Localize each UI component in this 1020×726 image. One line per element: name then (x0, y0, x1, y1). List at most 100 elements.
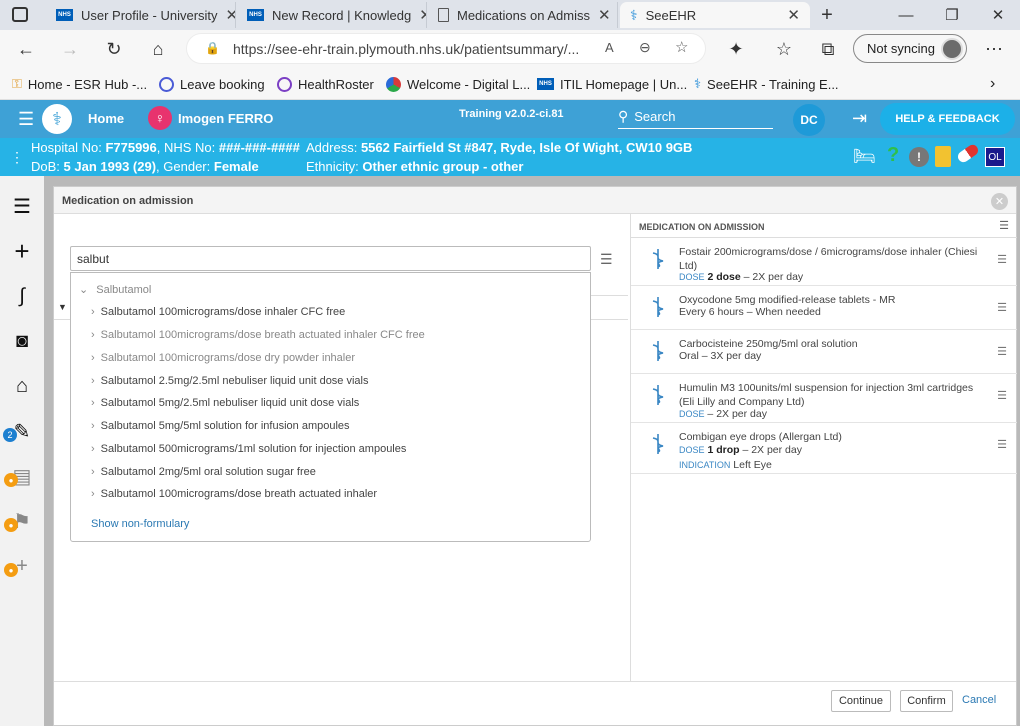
close-tab-icon[interactable]: ✕ (787, 6, 800, 24)
back-icon[interactable]: ← (12, 36, 40, 62)
medication-item[interactable]: Fostair 200micrograms/dose / 6micrograms… (631, 239, 1017, 286)
medication-name: Carbocisteine 250mg/5ml oral solution (679, 338, 858, 350)
item-menu-icon[interactable]: ☰ (997, 389, 1007, 402)
show-non-formulary-link[interactable]: Show non-formulary (91, 518, 189, 530)
collapse-caret-icon[interactable]: ▼ (54, 295, 70, 320)
zoom-icon[interactable]: ⊖ (639, 39, 651, 56)
medication-caduceus-icon (652, 341, 664, 361)
medication-caduceus-icon (652, 434, 664, 454)
medication-pill-icon[interactable] (955, 142, 981, 165)
confirm-button[interactable]: Confirm (900, 690, 953, 712)
lock-icon[interactable]: 🔒 (205, 41, 220, 55)
favorites-icon[interactable]: ☆ (770, 36, 798, 62)
medication-item[interactable]: Combigan eye drops (Allergan Ltd) DOSE 1… (631, 424, 1017, 474)
profile-sync-button[interactable]: Not syncing (853, 34, 967, 63)
read-aloud-icon[interactable]: A (605, 40, 614, 55)
bookmark-digital-learning[interactable]: Welcome - Digital L... (386, 74, 530, 94)
close-tab-icon[interactable]: ✕ (598, 6, 611, 24)
collections-icon[interactable]: ⧉ (814, 36, 842, 62)
forward-icon[interactable]: → (56, 36, 84, 62)
menu-icon[interactable]: ☰ (18, 109, 34, 130)
home-link[interactable]: Home (88, 111, 124, 126)
bookmark-healthroster[interactable]: HealthRoster (277, 74, 374, 94)
item-menu-icon[interactable]: ☰ (997, 253, 1007, 266)
close-modal-icon[interactable]: ✕ (991, 193, 1008, 210)
tab-new-record[interactable]: NHS New Record | Knowledg ✕ (237, 2, 427, 28)
app-search[interactable]: ⚲ Search (618, 105, 773, 129)
healthroster-icon (277, 76, 292, 92)
patient-dob: 5 Jan 1993 (29) (63, 159, 157, 174)
tab-seeehr[interactable]: ⚕ SeeEHR ✕ (620, 2, 810, 28)
house-icon[interactable]: ⌂ (9, 373, 35, 399)
item-menu-icon[interactable]: ☰ (997, 345, 1007, 358)
bookmark-itil-homepage[interactable]: NHS ITIL Homepage | Un... (537, 74, 687, 94)
seeehr-icon: ⚕ (630, 6, 638, 23)
result-item[interactable]: › Salbutamol 2.5mg/2.5ml nebuliser liquid… (91, 375, 369, 387)
logout-icon[interactable]: ⇥ (852, 108, 867, 129)
bookmark-esr-hub[interactable]: ⚿ Home - ESR Hub -... (12, 74, 147, 94)
modal-title: Medication on admission (54, 187, 1016, 214)
result-item[interactable]: › Salbutamol 100micrograms/dose dry powde… (91, 352, 355, 364)
bookmarks-overflow-icon[interactable]: › (990, 74, 995, 94)
leave-booking-icon (159, 76, 174, 92)
bookmark-label: ITIL Homepage | Un... (560, 76, 688, 92)
camera-icon[interactable]: ◙ (9, 328, 35, 354)
search-options-icon[interactable]: ☰ (600, 251, 613, 268)
hospital-number: F775996 (105, 140, 157, 155)
medication-name: Humulin M3 100units/ml suspension for in… (679, 382, 974, 408)
patient-name[interactable]: Imogen FERRO (178, 111, 273, 126)
ol-badge[interactable]: OL (985, 147, 1005, 167)
nhs-logo-icon: NHS (537, 78, 554, 90)
tab-actions-icon[interactable] (12, 7, 28, 22)
bed-icon[interactable]: 🛏 (853, 146, 876, 167)
result-item[interactable]: › Salbutamol 100micrograms/dose breath ac… (91, 329, 425, 341)
bookmarks-bar: ⚿ Home - ESR Hub -... Leave booking Heal… (0, 68, 1020, 100)
list-icon[interactable]: ☰ (9, 193, 35, 219)
result-item[interactable]: › Salbutamol 2mg/5ml oral solution sugar … (91, 466, 316, 478)
refresh-icon[interactable]: ↻ (100, 36, 128, 62)
close-tab-icon[interactable]: ✕ (419, 6, 426, 24)
nhs-logo-icon: NHS (56, 9, 73, 21)
stethoscope-icon[interactable]: ∫ (9, 283, 35, 309)
help-question-icon[interactable]: ? (887, 144, 899, 167)
url-field[interactable]: 🔒 https://see-ehr-train.plymouth.nhs.uk/… (186, 33, 706, 64)
result-item[interactable]: › Salbutamol 500micrograms/1ml solution f… (91, 443, 406, 455)
medication-dose: DOSE – 2X per day (679, 408, 767, 420)
results-group-header[interactable]: ⌄ Salbutamol (79, 283, 151, 296)
home-icon[interactable]: ⌂ (144, 36, 172, 62)
bookmark-label: Leave booking (180, 76, 265, 92)
result-item[interactable]: › Salbutamol 100micrograms/dose breath ac… (91, 488, 377, 500)
seeehr-icon: ⚕ (694, 76, 702, 91)
medication-item[interactable]: Oxycodone 5mg modified-release tablets -… (631, 287, 1017, 330)
alert-icon[interactable]: ! (909, 147, 929, 167)
medication-dose: DOSE 2 dose – 2X per day (679, 271, 804, 283)
medication-item[interactable]: Carbocisteine 250mg/5ml oral solution Or… (631, 331, 1017, 374)
item-menu-icon[interactable]: ☰ (997, 301, 1007, 314)
banner-more-icon[interactable]: ⋮ (10, 149, 24, 166)
close-window-icon[interactable]: ✕ (975, 0, 1020, 30)
add-icon[interactable]: + (9, 236, 35, 266)
bookmark-leave-booking[interactable]: Leave booking (159, 74, 265, 94)
medication-search-input[interactable] (70, 246, 591, 271)
help-feedback-button[interactable]: HELP & FEEDBACK (880, 103, 1015, 135)
cancel-button[interactable]: Cancel (962, 694, 996, 706)
result-item[interactable]: › Salbutamol 5mg/5ml solution for infusio… (91, 420, 350, 432)
maximize-icon[interactable]: ❐ (929, 0, 975, 30)
more-menu-icon[interactable]: ⋯ (980, 36, 1008, 62)
medication-item[interactable]: Humulin M3 100units/ml suspension for in… (631, 375, 1017, 423)
minimize-icon[interactable]: — (883, 0, 929, 30)
tab-user-profile[interactable]: NHS User Profile - University ✕ (46, 2, 236, 28)
item-menu-icon[interactable]: ☰ (997, 438, 1007, 451)
extensions-icon[interactable]: ✦ (722, 36, 750, 62)
new-tab-icon[interactable]: + (812, 0, 842, 30)
result-item[interactable]: › Salbutamol 100micrograms/dose inhaler C… (91, 306, 345, 318)
panel-menu-icon[interactable]: ☰ (999, 219, 1009, 232)
result-item[interactable]: › Salbutamol 5mg/2.5ml nebuliser liquid u… (91, 397, 359, 409)
close-tab-icon[interactable]: ✕ (226, 6, 235, 24)
continue-button[interactable]: Continue (831, 690, 891, 712)
clipboard-icon[interactable] (935, 146, 951, 167)
tab-medications-on-admission[interactable]: Medications on Admiss ✕ (428, 2, 618, 28)
bookmark-seeehr-training[interactable]: ⚕ SeeEHR - Training E... (694, 74, 839, 94)
favorite-add-icon[interactable]: ☆ (675, 38, 688, 56)
user-avatar-button[interactable]: DC (793, 104, 825, 136)
